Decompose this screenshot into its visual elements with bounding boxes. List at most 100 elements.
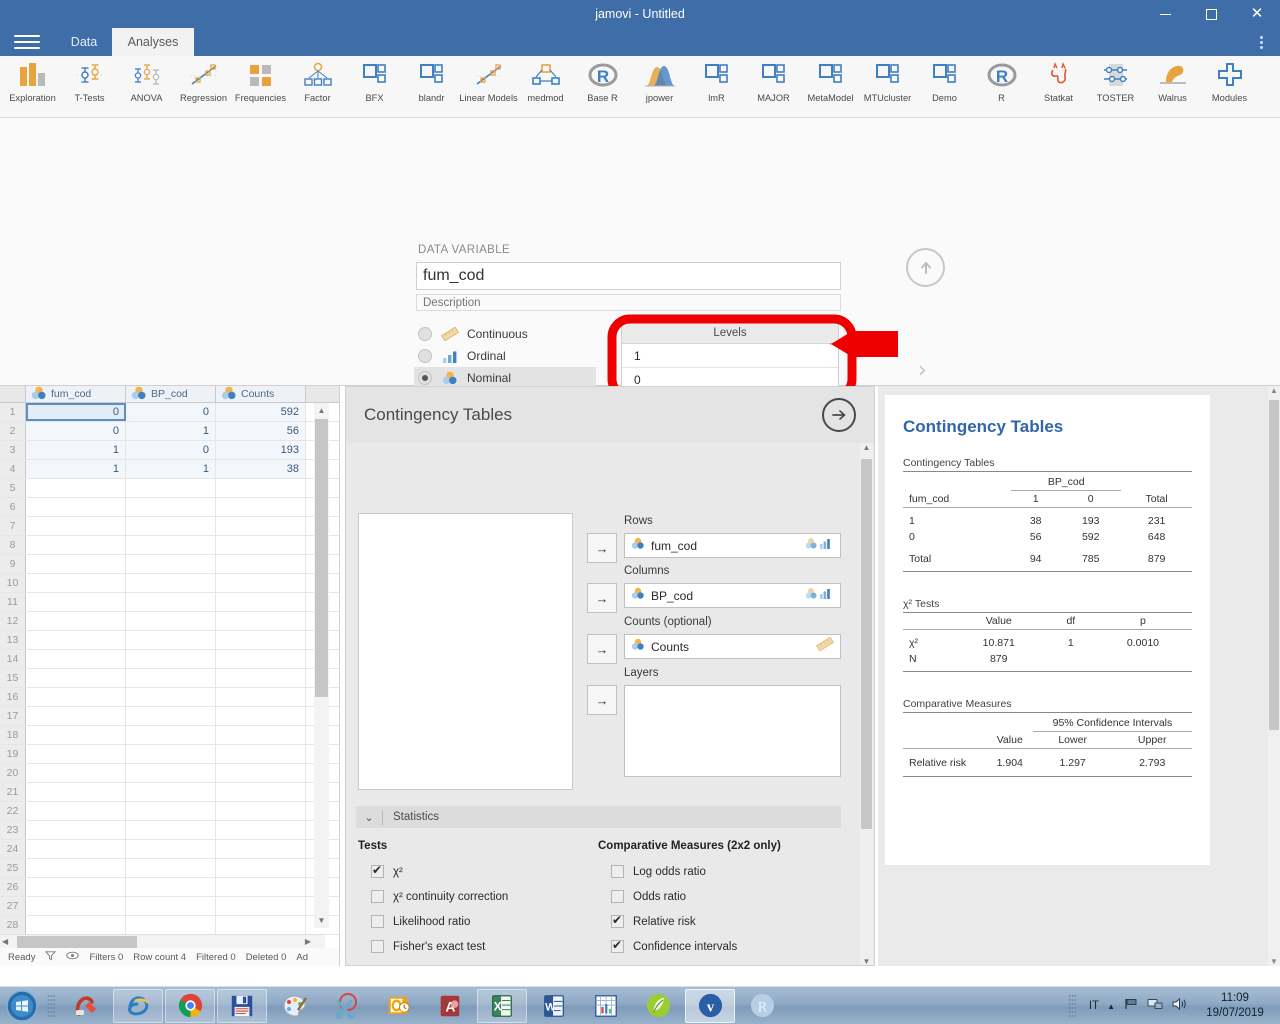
data-cell[interactable]: [216, 612, 306, 630]
table-row-empty[interactable]: 22: [0, 802, 339, 821]
minimize-button[interactable]: [1142, 0, 1188, 28]
table-row-empty[interactable]: 28: [0, 916, 339, 935]
table-row-empty[interactable]: 9: [0, 555, 339, 574]
data-cell[interactable]: 0: [26, 403, 126, 421]
data-cell[interactable]: [126, 612, 216, 630]
scroll-thumb[interactable]: [315, 419, 328, 697]
data-cell[interactable]: [126, 688, 216, 706]
ribbon-item-anova[interactable]: ANOVA: [118, 56, 175, 114]
eye-icon[interactable]: [66, 951, 79, 963]
menu-hamburger-icon[interactable]: [14, 33, 40, 51]
data-cell[interactable]: [26, 517, 126, 535]
data-cell[interactable]: 1: [26, 441, 126, 459]
assign-rows-button[interactable]: →: [587, 533, 617, 563]
table-row-empty[interactable]: 18: [0, 726, 339, 745]
data-cell[interactable]: 1: [26, 460, 126, 478]
scroll-left-icon[interactable]: ◀: [2, 935, 8, 949]
data-cell[interactable]: [126, 574, 216, 592]
ribbon-item-demo[interactable]: Demo: [916, 56, 973, 114]
close-button[interactable]: ✕: [1234, 0, 1280, 28]
data-cell[interactable]: 56: [216, 422, 306, 440]
measure-relative-risk[interactable]: Relative risk: [611, 915, 696, 928]
tab-data[interactable]: Data: [62, 28, 106, 56]
data-cell[interactable]: [26, 612, 126, 630]
variable-name-input[interactable]: [416, 262, 841, 290]
data-cell[interactable]: 0: [126, 441, 216, 459]
table-row[interactable]: 20156: [0, 422, 339, 441]
data-cell[interactable]: [216, 479, 306, 497]
chevron-right-icon[interactable]: ›: [918, 358, 927, 383]
table-row-empty[interactable]: 10: [0, 574, 339, 593]
ribbon-item-base-r[interactable]: R Base R: [574, 56, 631, 114]
column-header-Counts[interactable]: Counts: [216, 386, 306, 402]
data-cell[interactable]: [26, 574, 126, 592]
table-row-empty[interactable]: 12: [0, 612, 339, 631]
radio-continuous[interactable]: [418, 327, 432, 341]
ribbon-item-lmr[interactable]: lmR: [688, 56, 745, 114]
funnel-icon[interactable]: [45, 950, 56, 964]
ribbon-item-major[interactable]: MAJOR: [745, 56, 802, 114]
scroll-thumb[interactable]: [861, 459, 872, 829]
speaker-icon[interactable]: [1171, 997, 1188, 1016]
results-card[interactable]: Contingency Tables Contingency Tables BP…: [885, 395, 1210, 865]
data-cell[interactable]: [216, 498, 306, 516]
taskbar-internet-explorer-icon[interactable]: [113, 989, 163, 1023]
maximize-button[interactable]: [1188, 0, 1234, 28]
table-row-empty[interactable]: 25: [0, 859, 339, 878]
ribbon-item-mtucluster[interactable]: MTUcluster: [859, 56, 916, 114]
taskbar-access-icon[interactable]: A: [425, 989, 475, 1023]
data-cell[interactable]: [126, 479, 216, 497]
data-cell[interactable]: [216, 574, 306, 592]
data-cell[interactable]: [216, 650, 306, 668]
data-cell[interactable]: [126, 859, 216, 877]
data-cell[interactable]: [126, 878, 216, 896]
taskbar-word-icon[interactable]: W: [529, 989, 579, 1023]
table-row-empty[interactable]: 15: [0, 669, 339, 688]
data-cell[interactable]: [216, 897, 306, 915]
options-vertical-scrollbar[interactable]: ▲ ▼: [860, 443, 873, 966]
results-vertical-scrollbar[interactable]: ▲ ▼: [1268, 386, 1280, 966]
data-cell[interactable]: [126, 821, 216, 839]
clock[interactable]: 11:09 19/07/2019: [1196, 991, 1274, 1021]
ribbon-item-factor[interactable]: Factor: [289, 56, 346, 114]
data-cell[interactable]: [126, 517, 216, 535]
scroll-down-icon[interactable]: ▼: [860, 957, 873, 966]
data-cell[interactable]: [216, 916, 306, 934]
taskbar-r-console-icon[interactable]: R: [737, 989, 787, 1023]
data-cell[interactable]: [126, 783, 216, 801]
data-cell[interactable]: [26, 821, 126, 839]
data-cell[interactable]: 1: [126, 460, 216, 478]
ribbon-item-frequencies[interactable]: Frequencies: [232, 56, 289, 114]
table-row-empty[interactable]: 19: [0, 745, 339, 764]
test-fisher-s-exact-test[interactable]: Fisher's exact test: [371, 940, 485, 953]
taskbar-ccleaner-icon[interactable]: [61, 989, 111, 1023]
data-cell[interactable]: [126, 536, 216, 554]
table-row-empty[interactable]: 5: [0, 479, 339, 498]
checkbox[interactable]: [371, 890, 384, 903]
data-cell[interactable]: [126, 764, 216, 782]
data-cell[interactable]: [26, 802, 126, 820]
checkbox[interactable]: [611, 915, 624, 928]
flag-icon[interactable]: [1123, 997, 1139, 1016]
data-cell[interactable]: [26, 764, 126, 782]
data-cell[interactable]: [126, 650, 216, 668]
table-row-empty[interactable]: 11: [0, 593, 339, 612]
taskbar-rstudio-leaf-icon[interactable]: [633, 989, 683, 1023]
data-cell[interactable]: [126, 669, 216, 687]
variable-description-input[interactable]: [416, 294, 841, 311]
scroll-up-icon[interactable]: ▲: [1268, 386, 1280, 395]
ribbon-item-walrus[interactable]: Walrus: [1144, 56, 1201, 114]
measure-odds-ratio[interactable]: Odds ratio: [611, 890, 686, 903]
data-cell[interactable]: [216, 859, 306, 877]
table-row-empty[interactable]: 23: [0, 821, 339, 840]
measure-confidence-intervals[interactable]: Confidence intervals: [611, 940, 737, 953]
ribbon-item-t-tests[interactable]: T-Tests: [61, 56, 118, 114]
table-row[interactable]: 310193: [0, 441, 339, 460]
checkbox[interactable]: [611, 940, 624, 953]
data-cell[interactable]: [216, 536, 306, 554]
taskbar-paint-palette-icon[interactable]: [269, 989, 319, 1023]
data-cell[interactable]: [126, 593, 216, 611]
data-cell[interactable]: [216, 878, 306, 896]
table-row-empty[interactable]: 14: [0, 650, 339, 669]
data-cell[interactable]: [216, 555, 306, 573]
